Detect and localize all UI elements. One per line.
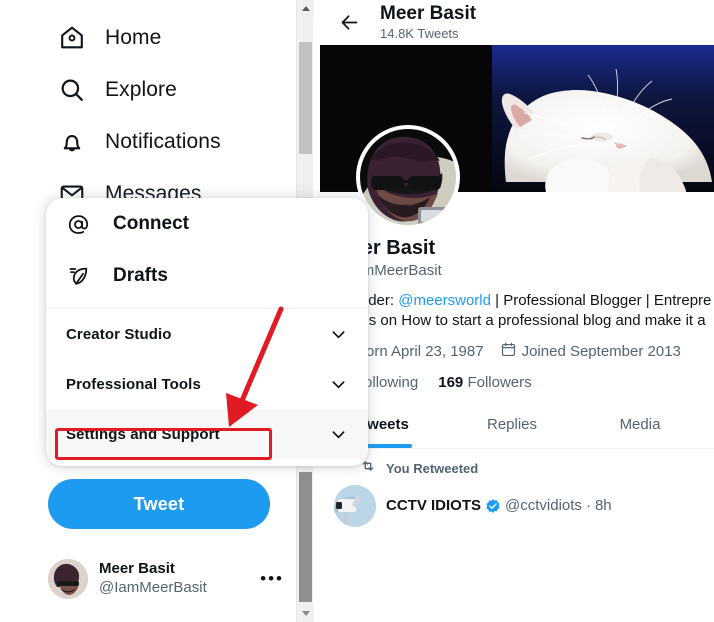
followers-count: 169 (438, 373, 464, 391)
menu-item-drafts[interactable]: Drafts (46, 250, 368, 302)
header-text: Meer Basit 14.8K Tweets (380, 3, 476, 42)
menu-item-connect[interactable]: Connect (46, 198, 368, 250)
more-menu-dropdown: Connect Drafts Creator Studio Profession… (46, 198, 368, 466)
account-names: Meer Basit @IamMeerBasit (99, 560, 207, 598)
bio-line-1: Founder: @meersworld | Professional Blog… (334, 291, 714, 311)
chevron-down-icon (329, 425, 348, 444)
followers-stat[interactable]: 169 Followers (438, 374, 531, 391)
joined-group: Joined September 2013 (500, 341, 681, 362)
tab-media-label: Media (619, 415, 661, 433)
birthdate-text: Born April 23, 1987 (356, 342, 484, 360)
bio-mention-link[interactable]: @meersworld (398, 292, 491, 309)
profile-bio: Founder: @meersworld | Professional Blog… (334, 291, 714, 331)
tweet-author-name: CCTV IDIOTS (386, 497, 482, 515)
tab-media[interactable]: Media (576, 405, 704, 448)
calendar-icon (500, 341, 517, 362)
scrollbar-thumb-upper[interactable] (299, 42, 312, 154)
search-icon (58, 76, 86, 104)
sidebar-item-notifications[interactable]: Notifications (0, 116, 296, 168)
sidebar-item-home[interactable]: Home (0, 12, 296, 64)
tweet-button[interactable]: Tweet (48, 479, 270, 529)
feather-icon (66, 264, 91, 289)
tweet-author-avatar[interactable] (334, 484, 376, 527)
menu-item-drafts-label: Drafts (113, 265, 168, 286)
sidebar-item-home-label: Home (105, 26, 162, 49)
profile-handle: @IamMeerBasit (334, 262, 442, 279)
tab-replies[interactable]: Replies (448, 405, 576, 448)
menu-item-settings-and-support-label: Settings and Support (66, 425, 220, 443)
bio-suffix: | Professional Blogger | Entrepre (490, 292, 712, 309)
account-switcher[interactable]: Meer Basit @IamMeerBasit ••• (48, 552, 288, 606)
retweet-label: You Retweeted (386, 460, 479, 476)
profile-header-bar: Meer Basit 14.8K Tweets (320, 0, 714, 45)
sidebar-item-explore-label: Explore (105, 78, 177, 101)
scroll-down-arrow-icon[interactable] (297, 605, 314, 622)
scrollbar-thumb-lower[interactable] (299, 472, 312, 602)
tweet-timestamp: 8h (594, 497, 612, 515)
menu-item-professional-tools-label: Professional Tools (66, 375, 201, 393)
sidebar-item-explore[interactable]: Explore (0, 64, 296, 116)
chevron-down-icon (329, 325, 348, 344)
profile-name: Meer Basit (334, 237, 436, 259)
profile-column: Meer Basit 14.8K Tweets Meer Basit @IamM… (320, 0, 714, 622)
account-more-icon[interactable]: ••• (260, 569, 288, 589)
profile-stats: 77 Following 169 Followers (334, 374, 700, 391)
bell-icon (58, 128, 86, 156)
account-handle: @IamMeerBasit (99, 579, 207, 596)
at-icon (66, 212, 91, 237)
back-button[interactable] (332, 6, 366, 40)
primary-nav: Home Explore Notifications Messages (0, 0, 296, 220)
account-name: Meer Basit (99, 560, 175, 578)
home-icon (58, 24, 86, 52)
bio-line-2: Writes on How to start a professional bl… (334, 311, 706, 329)
avatar (48, 559, 88, 599)
chevron-down-icon (329, 375, 348, 394)
tweet-author-info: CCTV IDIOTS @cctvidiots · 8h (386, 497, 612, 514)
page-title: Meer Basit (380, 3, 477, 25)
timeline-tweet[interactable]: You Retweeted CCTV IDIOTS @cctvidiots · … (320, 449, 714, 527)
menu-item-creator-studio-label: Creator Studio (66, 325, 172, 343)
joined-text: Joined September 2013 (521, 342, 681, 360)
sidebar-item-notifications-label: Notifications (105, 130, 221, 153)
profile-avatar[interactable] (356, 125, 460, 229)
profile-meta: Born April 23, 1987 Joined September 201… (334, 341, 700, 362)
menu-item-professional-tools[interactable]: Professional Tools (46, 359, 368, 409)
scroll-up-arrow-icon[interactable] (297, 0, 314, 17)
profile-details: Meer Basit @IamMeerBasit Founder: @meers… (320, 192, 714, 391)
menu-item-settings-and-support[interactable]: Settings and Support (46, 409, 368, 459)
menu-item-creator-studio[interactable]: Creator Studio (46, 309, 368, 359)
tweet-count: 14.8K Tweets (380, 25, 459, 41)
menu-item-connect-label: Connect (113, 213, 189, 234)
profile-tabs: Tweets Replies Media (320, 405, 714, 449)
tab-replies-label: Replies (486, 415, 538, 433)
tweet-separator: · (585, 497, 591, 515)
verified-badge-icon (485, 498, 501, 514)
retweet-context: You Retweeted (334, 458, 714, 479)
tweet-author-row: CCTV IDIOTS @cctvidiots · 8h (334, 484, 714, 527)
twitter-profile-screen: Home Explore Notifications Messages Twee… (0, 0, 714, 622)
tweet-author-handle: @cctvidiots (505, 497, 582, 515)
profile-avatar-image (360, 129, 456, 225)
followers-label: Followers (467, 373, 532, 391)
